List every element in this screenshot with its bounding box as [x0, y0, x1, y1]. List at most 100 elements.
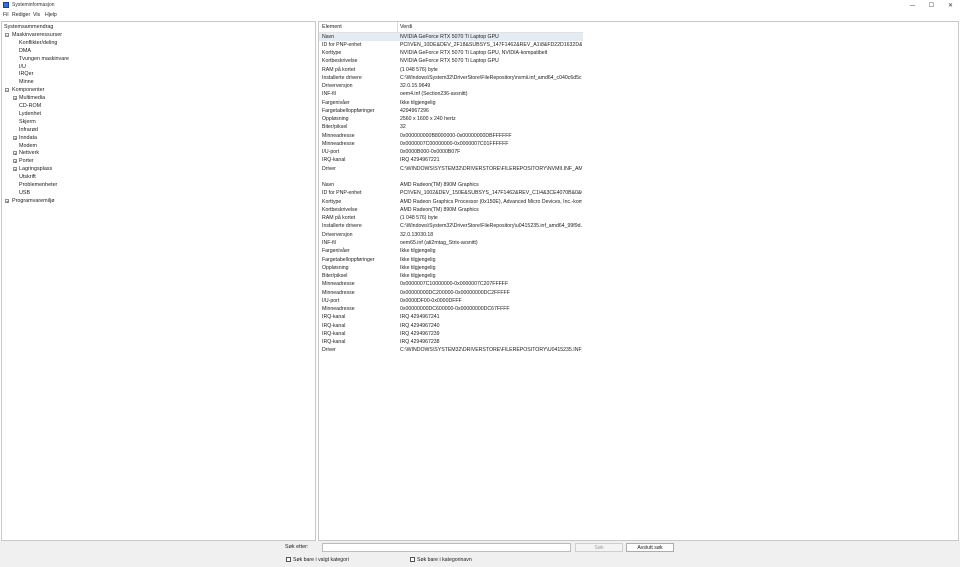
expand-icon[interactable]: +	[13, 159, 17, 164]
table-row[interactable]: INF-fil oem65.inf (ati2mtag_Strix-avsnitt…	[319, 239, 583, 247]
table-row[interactable]: Minneadresse 0x00000000DC200000-0x0000000…	[319, 289, 583, 297]
menu-edit[interactable]: Rediger	[12, 12, 30, 18]
table-row[interactable]: Minneadresse 0x0000007C00000000-0x0000007…	[319, 140, 583, 148]
tree-item-label: Programvaremiljø	[12, 197, 55, 204]
table-row[interactable]: INF-fil oem4.inf (Section236-avsnitt)	[319, 90, 583, 98]
table-row[interactable]: Fargenivåer Ikke tilgjengelig	[319, 99, 583, 107]
table-row[interactable]: Minneadresse 0x00000000DC600000-0x0000000…	[319, 305, 583, 313]
tree-item[interactable]: Skjerm	[19, 118, 36, 126]
table-row[interactable]: Oppløsning 2560 x 1600 x 240 hertz	[319, 115, 583, 123]
table-row[interactable]: Navn AMD Radeon(TM) 890M Graphics	[319, 181, 583, 189]
table-row[interactable]: I/U-port 0x0000B000-0x0000B07F	[319, 148, 583, 156]
expand-icon[interactable]: +	[5, 198, 9, 203]
tree-item[interactable]: + Lagringsplass	[13, 165, 52, 173]
tree-item[interactable]: CD-ROM	[19, 102, 41, 110]
checkbox[interactable]	[410, 557, 415, 563]
title-bar: Systeminformasjon — ☐ ✕	[0, 0, 960, 11]
table-row[interactable]: Installerte drivere C:\Windows\System32\D…	[319, 222, 583, 230]
table-row[interactable]: Driverversjon 32.0.13030.18	[319, 231, 583, 239]
collapse-icon[interactable]: −	[5, 32, 9, 37]
maximize-button[interactable]: ☐	[922, 0, 941, 11]
table-row[interactable]: IRQ-kanal IRQ 4294967221	[319, 156, 583, 164]
table-row[interactable]: IRQ-kanal IRQ 4294967238	[319, 338, 583, 346]
search-category-names-option[interactable]: Søk bare i kategorinavn	[410, 557, 472, 565]
row-value: PCI\VEN_1002&DEV_150E&SUBSYS_147F1462&RE…	[400, 190, 582, 197]
expand-icon[interactable]: +	[13, 96, 17, 101]
tree-item[interactable]: Problemenheter	[19, 181, 57, 189]
close-find-button[interactable]: Avslutt søk	[626, 543, 674, 552]
table-row[interactable]: IRQ-kanal IRQ 4294967239	[319, 330, 583, 338]
table-row[interactable]: Minneadresse 0x0000007C10000000-0x0000007…	[319, 280, 583, 288]
tree-item[interactable]: IRQer	[19, 70, 33, 78]
column-header-value[interactable]: Verdi	[400, 24, 412, 30]
expand-icon[interactable]: +	[13, 167, 17, 172]
table-row[interactable]: IRQ-kanal IRQ 4294967240	[319, 322, 583, 330]
table-row[interactable]: RAM på kortet (1 048 576) byte	[319, 214, 583, 222]
details-list[interactable]: Element Verdi Navn NVIDIA GeForce RTX 507…	[318, 21, 959, 541]
tree-item[interactable]: + Porter	[13, 157, 34, 165]
column-divider[interactable]	[397, 22, 398, 32]
tree-item[interactable]: + Multimedia	[13, 94, 45, 102]
tree-item[interactable]: + Inndata	[13, 134, 37, 142]
table-row[interactable]: Korttype AMD Radeon Graphics Processor (0…	[319, 198, 583, 206]
tree-item[interactable]: Modem	[19, 142, 37, 150]
table-row[interactable]: ID for PNP-enhet PCI\VEN_10DE&DEV_2F18&SU…	[319, 41, 583, 49]
search-selected-category-option[interactable]: Søk bare i valgt kategori	[286, 557, 349, 565]
tree-item[interactable]: Lydenhet	[19, 110, 41, 118]
tree-item[interactable]: Konflikter/deling	[19, 39, 57, 47]
menu-help[interactable]: Hjelp	[45, 12, 57, 18]
expand-icon[interactable]: +	[13, 135, 17, 140]
menu-file[interactable]: Fil	[3, 12, 8, 18]
table-row[interactable]: Driver C:\WINDOWS\SYSTEM32\DRIVERSTORE\FI…	[319, 346, 583, 354]
minimize-button[interactable]: —	[903, 0, 922, 11]
table-row[interactable]: Oppløsning Ikke tilgjengelig	[319, 264, 583, 272]
tree-item[interactable]: Systemsammendrag	[4, 23, 53, 31]
table-row[interactable]: Biter/piksel Ikke tilgjengelig	[319, 272, 583, 280]
table-row[interactable]: Biter/piksel 32	[319, 123, 583, 131]
collapse-icon[interactable]: −	[5, 88, 9, 93]
tree-item[interactable]: − Maskinvareressurser	[5, 31, 63, 39]
table-row[interactable]: Driverversjon 32.0.15.9649	[319, 82, 583, 90]
table-row[interactable]: Fargetabelloppføringer 4294967296	[319, 107, 583, 115]
tree-item[interactable]: DMA	[19, 47, 31, 55]
menu-view[interactable]: Vis	[33, 12, 40, 18]
table-row[interactable]: Navn NVIDIA GeForce RTX 5070 Ti Laptop GP…	[319, 32, 583, 41]
tree-item[interactable]: + Programvaremiljø	[5, 197, 55, 205]
search-input[interactable]	[322, 543, 571, 552]
close-button[interactable]: ✕	[941, 0, 960, 11]
table-row[interactable]: Fargetabelloppføringer Ikke tilgjengelig	[319, 256, 583, 264]
tree-item[interactable]: + Nettverk	[13, 149, 39, 157]
row-element: Installerte drivere	[322, 223, 362, 230]
table-row[interactable]: Korttype NVIDIA GeForce RTX 5070 Ti Lapto…	[319, 49, 583, 57]
table-row[interactable]: I/U-port 0x0000DF00-0x0000DFFF	[319, 297, 583, 305]
table-row[interactable]: Kortbeskrivelse NVIDIA GeForce RTX 5070 T…	[319, 57, 583, 65]
tree-item[interactable]: − Komponenter	[5, 86, 44, 94]
tree-item[interactable]: Minne	[19, 78, 34, 86]
column-header-element[interactable]: Element	[322, 24, 342, 30]
tree-item-label: Modem	[19, 142, 37, 149]
list-header: Element Verdi	[319, 22, 583, 33]
tree-item[interactable]: Infrarød	[19, 126, 38, 134]
table-row[interactable]: Minneadresse 0x000000000B8000000-0x000000…	[319, 132, 583, 140]
table-row[interactable]	[319, 173, 583, 181]
table-row[interactable]: RAM på kortet (1 048 576) byte	[319, 66, 583, 74]
table-row[interactable]: Driver C:\WINDOWS\SYSTEM32\DRIVERSTORE\FI…	[319, 165, 583, 173]
category-tree[interactable]: Systemsammendrag − Maskinvareressurser Konf…	[1, 21, 316, 541]
find-button[interactable]: Søk	[575, 543, 623, 552]
tree-item[interactable]: Tvungen maskinvare	[19, 55, 69, 63]
tree-item[interactable]: USB	[19, 189, 30, 197]
tree-item-label: Inndata	[19, 134, 37, 141]
table-row[interactable]: ID for PNP-enhet PCI\VEN_1002&DEV_150E&SU…	[319, 189, 583, 197]
tree-item[interactable]: I/U	[19, 63, 26, 71]
row-value: 4294967296	[400, 107, 429, 114]
expand-icon[interactable]: +	[13, 151, 17, 156]
table-row[interactable]: Installerte drivere C:\Windows\System32\D…	[319, 74, 583, 82]
table-row[interactable]: Kortbeskrivelse AMD Radeon(TM) 890M Graph…	[319, 206, 583, 214]
table-row[interactable]: Fargenivåer Ikke tilgjengelig	[319, 247, 583, 255]
tree-item[interactable]: Utskrift	[19, 173, 36, 181]
row-value: (1 048 576) byte	[400, 66, 438, 73]
checkbox[interactable]	[286, 557, 291, 563]
row-value: AMD Radeon Graphics Processor (0x150E), …	[400, 198, 582, 205]
table-row[interactable]: IRQ-kanal IRQ 4294967241	[319, 313, 583, 321]
tree-item-label: Maskinvareressurser	[12, 31, 63, 38]
